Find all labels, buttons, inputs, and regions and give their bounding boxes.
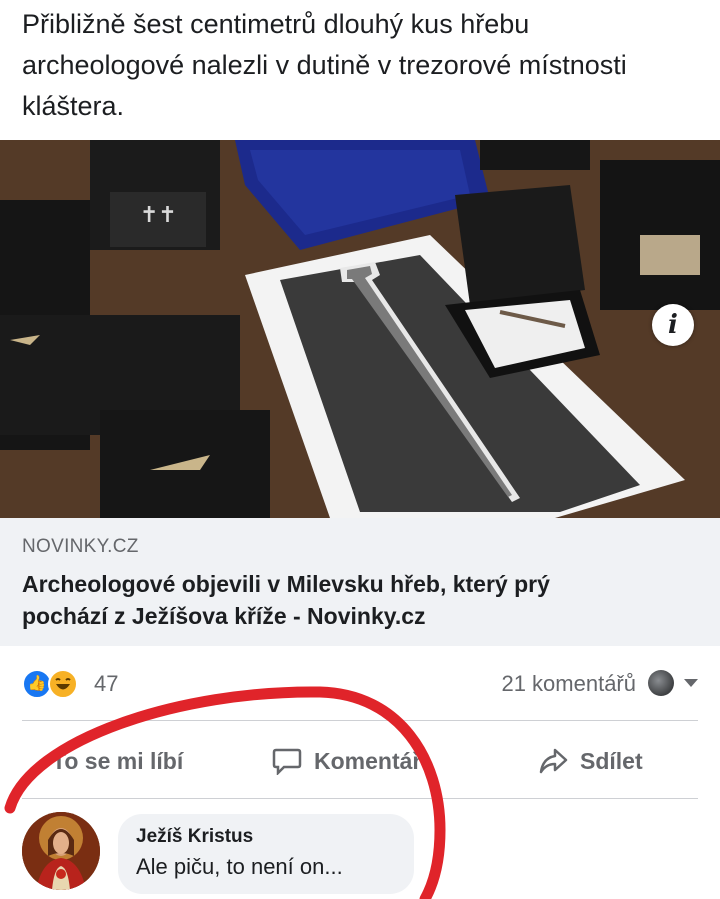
divider bbox=[22, 720, 698, 721]
like-label: To se mi líbí bbox=[52, 747, 184, 774]
svg-text:✝✝: ✝✝ bbox=[140, 203, 177, 228]
reaction-count[interactable]: 47 bbox=[94, 671, 118, 697]
link-title[interactable]: Archeologové objevili v Milevsku hřeb, k… bbox=[22, 568, 698, 632]
reactions-bar: 👍 47 21 komentářů bbox=[22, 665, 698, 703]
comment-icon bbox=[272, 748, 302, 775]
comment-item: Ježíš Kristus Ale piču, to není on... bbox=[22, 810, 698, 894]
haha-reaction-icon bbox=[48, 669, 78, 699]
link-preview-image[interactable]: ✝✝ i bbox=[0, 140, 720, 518]
share-button[interactable]: Sdílet bbox=[538, 730, 643, 792]
link-domain: NOVINKY.CZ bbox=[22, 536, 139, 557]
post-text: Přibližně šest centimetrů dlouhý kus hře… bbox=[22, 9, 627, 121]
reaction-icons[interactable]: 👍 bbox=[22, 667, 88, 701]
comments-count[interactable]: 21 komentářů bbox=[501, 671, 636, 697]
comment-bubble: Ježíš Kristus Ale piču, to není on... bbox=[118, 814, 414, 894]
info-icon[interactable]: i bbox=[652, 304, 694, 346]
comment-label: Komentář bbox=[314, 747, 422, 774]
comment-button[interactable]: Komentář bbox=[272, 730, 421, 792]
comment-text: Ale piču, to není on... bbox=[136, 854, 343, 879]
share-label: Sdílet bbox=[580, 747, 643, 774]
comment-author[interactable]: Ježíš Kristus bbox=[136, 826, 396, 848]
globe-icon[interactable] bbox=[648, 670, 674, 696]
chevron-down-icon[interactable] bbox=[684, 679, 698, 687]
action-bar: To se mi líbí Komentář Sdílet bbox=[22, 730, 698, 792]
avatar[interactable] bbox=[22, 812, 100, 890]
share-icon bbox=[539, 748, 568, 774]
link-preview-meta[interactable]: NOVINKY.CZ Archeologové objevili v Milev… bbox=[0, 518, 720, 646]
like-button[interactable]: To se mi líbí bbox=[52, 730, 183, 792]
divider bbox=[22, 798, 698, 799]
